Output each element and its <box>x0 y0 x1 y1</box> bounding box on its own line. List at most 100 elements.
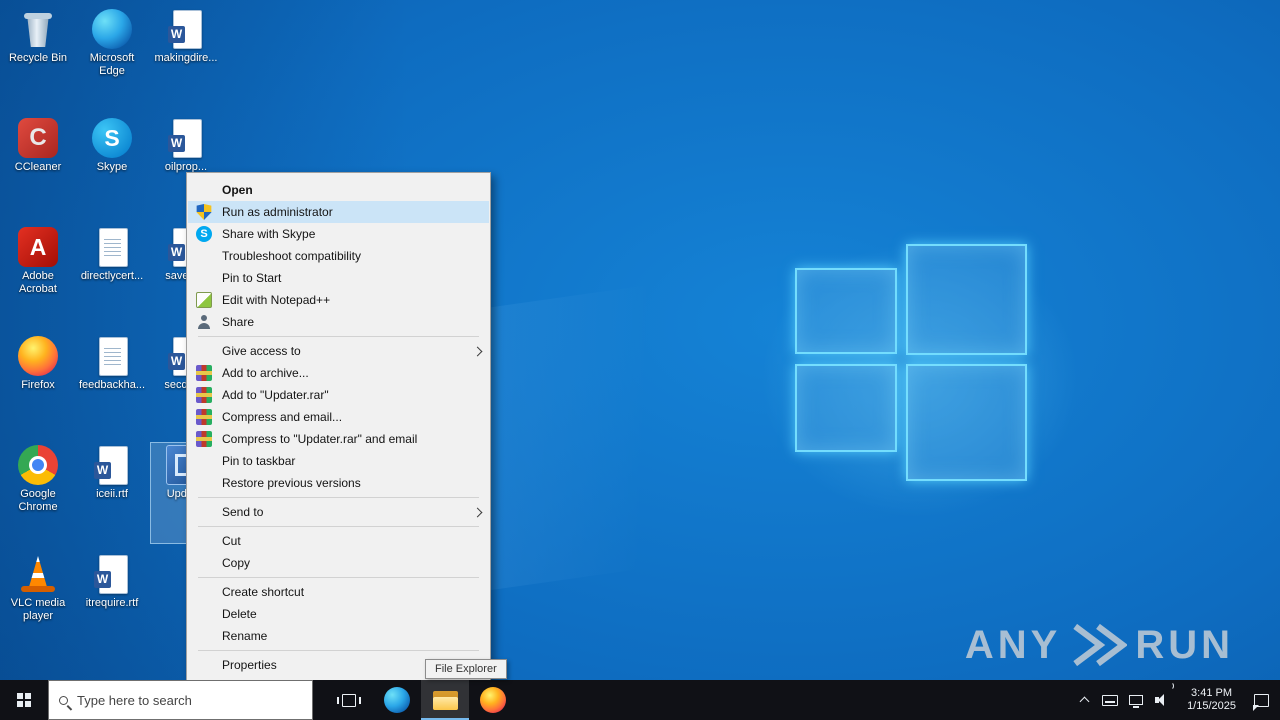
context-menu-item[interactable]: Cut <box>188 530 489 552</box>
desktop-icon[interactable]: directlycert... <box>76 224 148 326</box>
desktop-icon[interactable]: Google Chrome <box>2 442 74 544</box>
taskbar-search[interactable] <box>48 680 313 720</box>
menu-item-label: Copy <box>222 556 251 570</box>
taskbar: 3:41 PM 1/15/2025 <box>0 680 1280 720</box>
chevron-up-icon <box>1079 696 1090 707</box>
desktop-icon-label: Google Chrome <box>18 488 58 513</box>
file-explorer-icon <box>432 690 458 710</box>
edge-icon <box>384 687 410 713</box>
desktop-icon[interactable]: Microsoft Edge <box>76 6 148 108</box>
menu-item-icon <box>196 504 212 520</box>
context-menu-item[interactable]: Delete <box>188 603 489 625</box>
desktop-icon-label: feedbackha... <box>78 379 146 391</box>
windows-start-icon <box>17 693 31 707</box>
network-button[interactable] <box>1123 680 1149 720</box>
desktop-icon[interactable]: Skype <box>76 115 148 217</box>
windows-logo-pane <box>795 364 897 452</box>
desktop: Recycle Bin CCleaner Adobe Acrobat Firef… <box>0 0 1280 720</box>
task-view-button[interactable] <box>325 680 373 720</box>
start-button[interactable] <box>0 680 48 720</box>
clock-time: 3:41 PM <box>1191 687 1233 699</box>
menu-item-label: Open <box>222 183 253 197</box>
menu-item-label: Compress and email... <box>222 410 343 424</box>
menu-item-icon <box>196 387 212 403</box>
menu-item-icon <box>196 606 212 622</box>
desktop-icon[interactable]: feedbackha... <box>76 333 148 435</box>
context-menu-item[interactable]: Troubleshoot compatibility <box>188 245 489 267</box>
menu-item-label: Add to archive... <box>222 366 309 380</box>
menu-item-label: Properties <box>222 658 277 672</box>
desktop-icon-label: directlycert... <box>80 270 144 282</box>
search-icon <box>59 695 68 705</box>
taskbar-clock[interactable]: 3:41 PM 1/15/2025 <box>1175 687 1248 713</box>
desktop-icon-label: makingdire... <box>154 52 218 64</box>
desktop-icon[interactable]: Adobe Acrobat <box>2 224 74 326</box>
desktop-icon-image <box>18 9 58 49</box>
context-menu-item[interactable]: Edit with Notepad++ <box>188 289 489 311</box>
menu-item-label: Troubleshoot compatibility <box>222 249 361 263</box>
context-menu-item[interactable]: Open <box>188 179 489 201</box>
desktop-icon-label: Microsoft Edge <box>89 52 135 77</box>
context-menu-item[interactable]: Compress to "Updater.rar" and email <box>188 428 489 450</box>
context-menu-item[interactable]: Add to "Updater.rar" <box>188 384 489 406</box>
menu-item-icon <box>196 657 212 673</box>
menu-item-icon <box>196 343 212 359</box>
menu-item-label: Share <box>222 315 255 329</box>
context-menu-item[interactable]: Pin to taskbar <box>188 450 489 472</box>
menu-item-label: Share with Skype <box>222 227 316 241</box>
menu-item-label: Edit with Notepad++ <box>222 293 331 307</box>
watermark-text-run: RUN <box>1135 622 1234 667</box>
menu-item-icon <box>196 365 212 381</box>
context-menu-item[interactable]: Share with Skype <box>188 223 489 245</box>
search-input[interactable] <box>77 692 287 708</box>
menu-item-icon <box>196 226 212 242</box>
desktop-icon[interactable]: iceii.rtf <box>76 442 148 544</box>
context-menu-item[interactable]: Give access to <box>188 340 489 362</box>
context-menu-item[interactable]: Create shortcut <box>188 581 489 603</box>
volume-icon <box>1154 694 1170 706</box>
menu-item-label: Give access to <box>222 344 301 358</box>
taskbar-firefox-button[interactable] <box>469 680 517 720</box>
volume-button[interactable] <box>1149 680 1175 720</box>
menu-item-label: Pin to taskbar <box>222 454 296 468</box>
desktop-icon[interactable]: CCleaner <box>2 115 74 217</box>
desktop-icon-image <box>92 227 132 267</box>
menu-item-label: Restore previous versions <box>222 476 361 490</box>
desktop-icon[interactable]: itrequire.rtf <box>76 551 148 653</box>
menu-item-label: Rename <box>222 629 268 643</box>
desktop-icon[interactable]: VLC media player <box>2 551 74 653</box>
desktop-icon[interactable]: Firefox <box>2 333 74 435</box>
submenu-chevron-icon <box>472 507 483 517</box>
menu-item-icon <box>196 584 212 600</box>
desktop-icon[interactable]: makingdire... <box>150 6 222 108</box>
context-menu-item[interactable]: Compress and email... <box>188 406 489 428</box>
taskbar-file-explorer-button[interactable] <box>421 680 469 720</box>
context-menu-item[interactable]: Copy <box>188 552 489 578</box>
desktop-icon-image <box>18 554 58 594</box>
context-menu-item[interactable]: Restore previous versions <box>188 472 489 498</box>
action-center-button[interactable] <box>1248 680 1274 720</box>
context-menu-item[interactable]: Send to <box>188 501 489 527</box>
desktop-icon-label: iceii.rtf <box>96 488 128 500</box>
task-view-icon <box>337 693 361 707</box>
desktop-icon-image <box>18 336 58 376</box>
desktop-icon-label: Firefox <box>21 379 55 391</box>
context-menu-item[interactable]: Rename <box>188 625 489 651</box>
context-menu-item[interactable]: Share <box>188 311 489 337</box>
desktop-icon-label: Recycle Bin <box>8 52 68 64</box>
windows-logo-pane <box>906 364 1027 481</box>
anyrun-logo-icon <box>1073 623 1128 667</box>
desktop-icon-label: Skype <box>96 161 128 173</box>
context-menu-item[interactable]: Pin to Start <box>188 267 489 289</box>
desktop-icon-image <box>18 227 58 267</box>
menu-item-label: Cut <box>222 534 241 548</box>
taskbar-edge-button[interactable] <box>373 680 421 720</box>
hidden-icons-button[interactable] <box>1071 680 1097 720</box>
desktop-icon-label: itrequire.rtf <box>85 597 139 609</box>
context-menu-item[interactable]: Add to archive... <box>188 362 489 384</box>
desktop-icon[interactable]: Recycle Bin <box>2 6 74 108</box>
menu-item-icon <box>196 533 212 549</box>
context-menu-item[interactable]: Run as administrator <box>188 201 489 223</box>
menu-item-label: Create shortcut <box>222 585 305 599</box>
touch-keyboard-button[interactable] <box>1097 680 1123 720</box>
